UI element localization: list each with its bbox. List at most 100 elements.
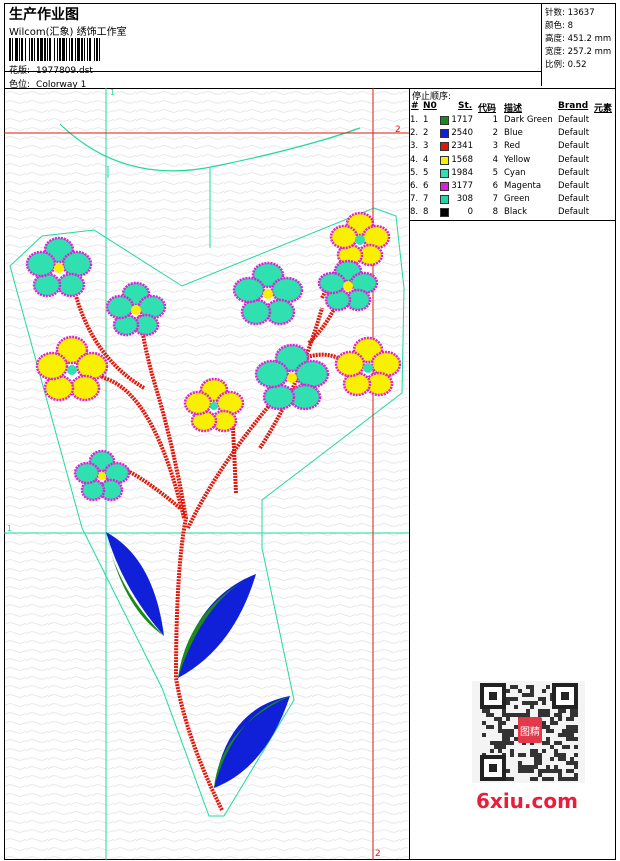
qr-module [566, 729, 570, 733]
qr-module [522, 765, 526, 769]
row-stitches: 1568 [451, 154, 473, 165]
qr-module [558, 717, 562, 721]
barcode-bar [9, 38, 11, 61]
row-brand: Default [558, 154, 590, 165]
row-code: 3 [492, 141, 498, 152]
qr-module [522, 693, 526, 697]
row-stitches: 0 [467, 207, 473, 218]
qr-module [562, 753, 566, 757]
qr-finder-center [489, 764, 497, 772]
qr-module [542, 721, 546, 725]
row-brand: Default [558, 141, 590, 152]
document-title: 生产作业图 [9, 7, 79, 23]
qr-module [554, 721, 558, 725]
guide-label-h-left: 1 [7, 524, 12, 533]
qr-module [530, 765, 534, 769]
qr-module [482, 733, 486, 737]
qr-module [526, 765, 530, 769]
qr-module [498, 749, 502, 753]
qr-module [562, 729, 566, 733]
row-index: 3. [410, 141, 419, 152]
qr-code: 图精 [472, 681, 585, 783]
qr-module [566, 769, 570, 773]
barcode-bar [12, 38, 13, 61]
qr-module [498, 729, 502, 733]
qr-module [554, 741, 558, 745]
qr-module [542, 689, 546, 693]
qr-module [530, 685, 534, 689]
qr-module [510, 749, 514, 753]
barcode-bar [25, 38, 26, 61]
qr-module [554, 713, 558, 717]
color-count-label: 颜色: [545, 21, 565, 31]
qr-module [550, 721, 554, 725]
row-description: Magenta [504, 181, 542, 191]
barcode-bar [59, 38, 61, 61]
barcode-bar [47, 38, 48, 61]
barcode-bar [69, 38, 70, 61]
embroidery-design: 1 2 1 2 [4, 88, 410, 860]
qr-module [570, 761, 574, 765]
qr-module [570, 709, 574, 713]
qr-module [558, 733, 562, 737]
qr-module [506, 737, 510, 741]
row-code: 8 [492, 207, 498, 218]
qr-module [530, 769, 534, 773]
design-width: 宽度: 257.2 mm [545, 45, 611, 57]
qr-module [554, 769, 558, 773]
qr-module [490, 713, 494, 717]
qr-module [526, 685, 530, 689]
qr-module [518, 689, 522, 693]
qr-module [546, 685, 550, 689]
qr-module [570, 725, 574, 729]
barcode-bar [89, 38, 91, 61]
qr-module [566, 761, 570, 765]
barcode-bar [19, 38, 20, 61]
row-description: Dark Green [504, 115, 553, 125]
qr-module [530, 693, 534, 697]
design-scale: 比例: 0.52 [545, 58, 587, 70]
row-description: Black [504, 207, 527, 218]
qr-module [494, 717, 498, 721]
qr-module [558, 773, 562, 777]
qr-module [566, 725, 570, 729]
fabric-texture [5, 89, 409, 859]
qr-module [534, 765, 538, 769]
stitch-count: 针数: 13637 [545, 6, 595, 18]
qr-module [558, 713, 562, 717]
qr-module [538, 753, 542, 757]
color-count: 颜色: 8 [545, 19, 573, 31]
qr-module [482, 721, 486, 725]
qr-module [506, 733, 510, 737]
col-header-element: 元素 [594, 104, 613, 114]
qr-module [554, 765, 558, 769]
scale-label: 比例: [545, 60, 565, 70]
qr-module [534, 701, 538, 705]
qr-module [534, 761, 538, 765]
qr-module [574, 745, 578, 749]
barcode-bar [84, 38, 85, 61]
qr-module [482, 709, 486, 713]
row-index: 2. [410, 128, 419, 139]
qr-module [486, 709, 490, 713]
row-stitches: 3177 [451, 181, 473, 191]
barcode-bar [75, 38, 76, 61]
qr-module [490, 749, 494, 753]
row-brand: Default [558, 167, 590, 178]
qr-module [510, 733, 514, 737]
qr-module [518, 769, 522, 773]
qr-module [550, 745, 554, 749]
barcode-bar [31, 38, 33, 61]
qr-module [498, 725, 502, 729]
qr-module [502, 733, 506, 737]
row-needle: 7 [423, 194, 429, 205]
qr-module [510, 729, 514, 733]
qr-module [526, 701, 530, 705]
qr-module [542, 725, 546, 729]
qr-module [490, 741, 494, 745]
row-brand: Default [558, 115, 590, 125]
qr-module [526, 693, 530, 697]
row-index: 6. [410, 181, 419, 191]
row-code: 5 [492, 167, 498, 178]
qr-module [530, 749, 534, 753]
